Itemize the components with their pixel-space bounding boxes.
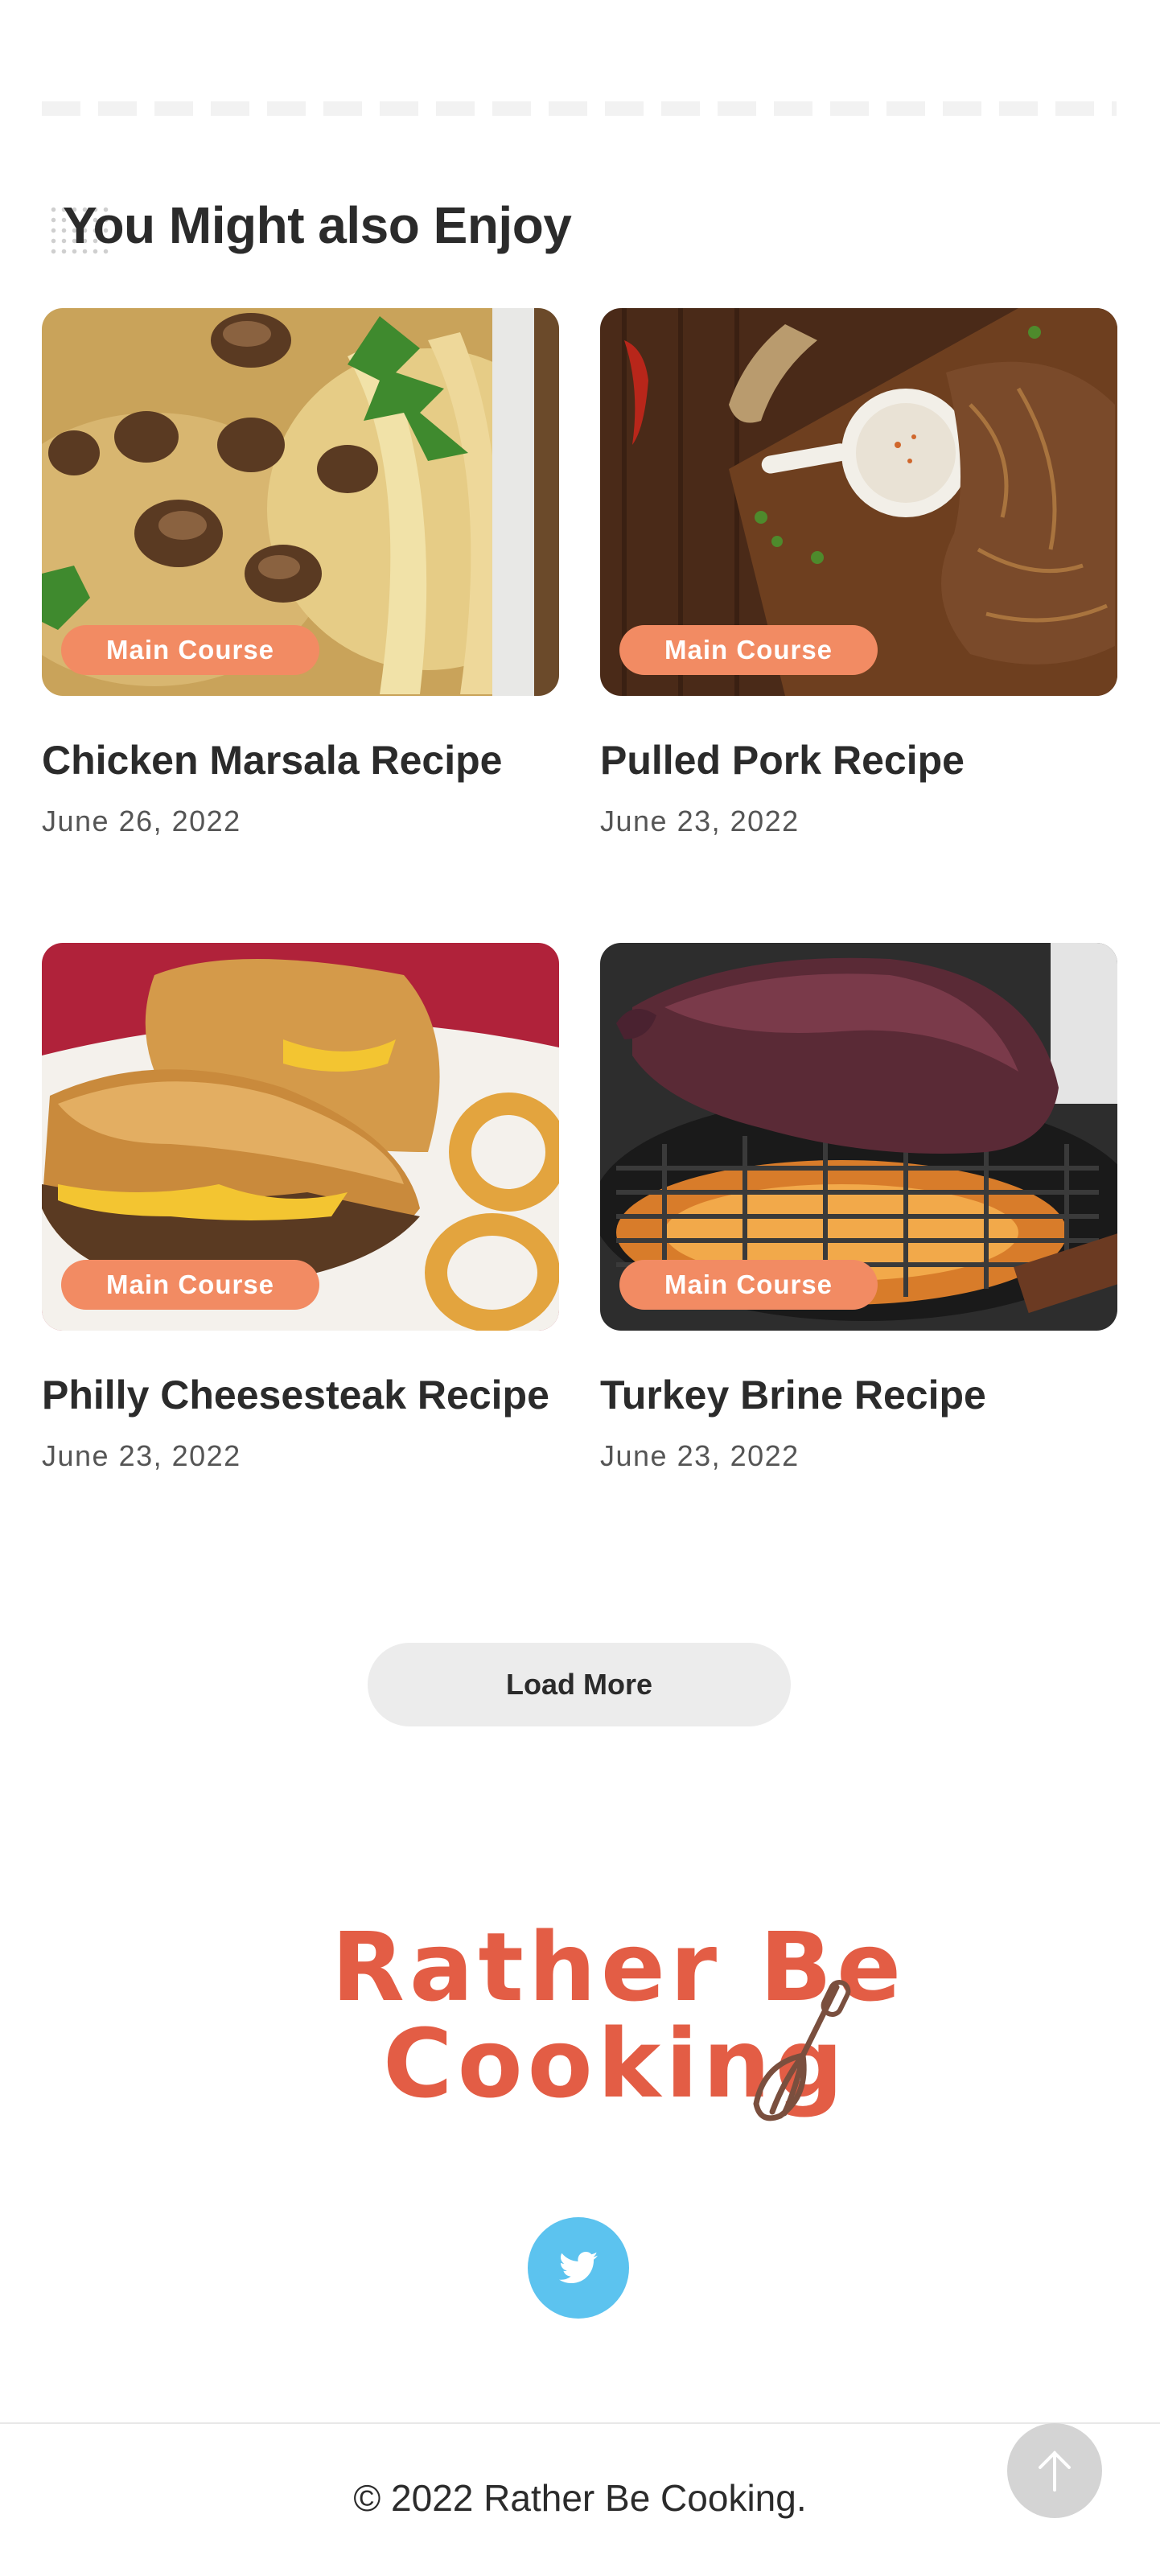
recipe-title[interactable]: Philly Cheesesteak Recipe: [42, 1363, 559, 1428]
twitter-link[interactable]: [528, 2217, 629, 2319]
recipe-card[interactable]: Main Course Pulled Pork Recipe June 23, …: [600, 308, 1117, 838]
recipe-title[interactable]: Turkey Brine Recipe: [600, 1363, 1117, 1428]
related-posts-header: You Might also Enjoy: [42, 193, 572, 257]
recipe-card[interactable]: Main Course Philly Cheesesteak Recipe Ju…: [42, 943, 559, 1473]
category-badge[interactable]: Main Course: [619, 625, 878, 675]
recipe-date: June 23, 2022: [600, 804, 800, 837]
scroll-to-top-button[interactable]: [1007, 2423, 1102, 2518]
site-logo[interactable]: Rather Be Cooking: [322, 1919, 901, 2136]
load-more-button[interactable]: Load More: [368, 1643, 791, 1726]
recipe-title[interactable]: Pulled Pork Recipe: [600, 728, 1117, 793]
recipe-title[interactable]: Chicken Marsala Recipe: [42, 728, 559, 793]
category-badge[interactable]: Main Course: [61, 625, 320, 675]
section-title: You Might also Enjoy: [63, 196, 572, 254]
category-badge[interactable]: Main Course: [61, 1260, 320, 1310]
copyright-text: © 2022 Rather Be Cooking.: [353, 2477, 807, 2519]
recipe-image[interactable]: Main Course: [42, 943, 559, 1331]
twitter-icon: [559, 2252, 598, 2283]
whisk-icon: [753, 1980, 851, 2121]
category-badge[interactable]: Main Course: [619, 1260, 878, 1310]
recipe-date: June 23, 2022: [42, 1439, 241, 1472]
recipe-card[interactable]: Main Course Turkey Brine Recipe June 23,…: [600, 943, 1117, 1473]
recipe-date: June 23, 2022: [600, 1439, 800, 1472]
dashed-divider: [42, 101, 1117, 116]
recipe-image[interactable]: Main Course: [42, 308, 559, 696]
recipe-date: June 26, 2022: [42, 804, 241, 837]
recipe-card[interactable]: Main Course Chicken Marsala Recipe June …: [42, 308, 559, 838]
recipe-image[interactable]: Main Course: [600, 308, 1117, 696]
footer-divider: [0, 2422, 1160, 2424]
arrow-up-icon: [1039, 2450, 1071, 2492]
recipe-image[interactable]: Main Course: [600, 943, 1117, 1331]
